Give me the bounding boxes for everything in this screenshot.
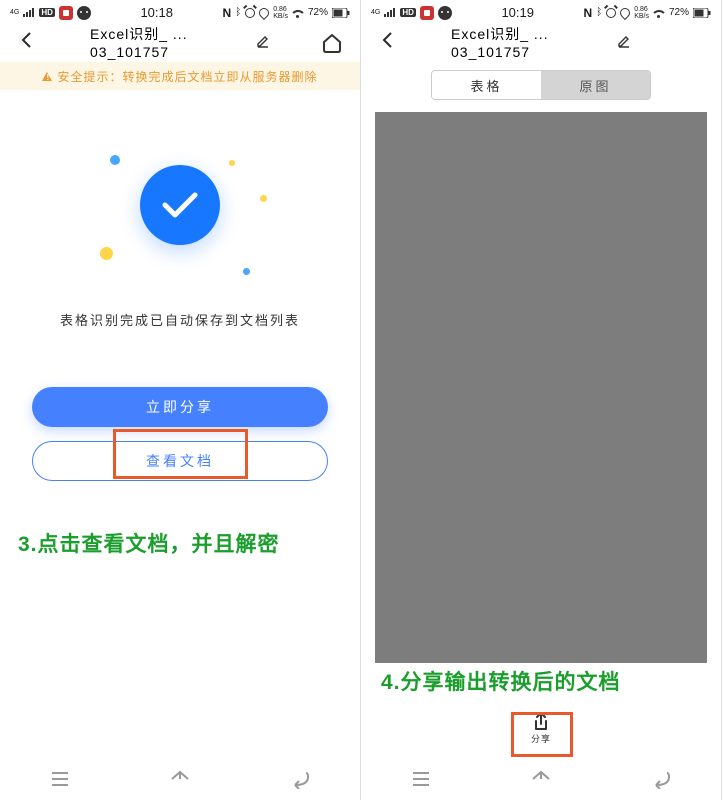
speed-btm: KB/s	[273, 13, 288, 20]
clock: 10:18	[140, 5, 173, 20]
battery-label: 72%	[308, 7, 328, 18]
security-banner: 安全提示：转换完成后文档立即从服务器删除	[0, 62, 360, 90]
success-message: 表格识别完成已自动保存到文档列表	[0, 310, 360, 329]
status-bar: 4G HD 10:19 N ᛒ 0.86 KB/s 72%	[361, 0, 721, 22]
banner-text: 安全提示：转换完成后文档立即从服务器删除	[57, 68, 317, 85]
back-button[interactable]	[15, 26, 37, 59]
wifi-icon	[292, 8, 304, 18]
nav-menu-button[interactable]	[390, 763, 452, 800]
back-button[interactable]	[376, 26, 398, 59]
home-button[interactable]	[319, 29, 345, 55]
hd-badge: HD	[39, 8, 55, 17]
battery-icon	[332, 8, 350, 18]
status-bar: 4G HD 10:18 N ᛒ 0.86 KB/s 72%	[0, 0, 360, 22]
face-notif-icon	[438, 6, 452, 20]
view-tabs: 表格 原图	[431, 70, 651, 100]
face-notif-icon	[77, 6, 91, 20]
bottom-toolbar: 分享	[361, 698, 721, 753]
nav-home-button[interactable]	[149, 763, 211, 800]
signal-icon	[384, 8, 396, 17]
network-label: 4G	[371, 9, 380, 16]
share-button[interactable]: 分享	[512, 706, 570, 746]
check-circle-icon	[140, 165, 220, 245]
speed-btm: KB/s	[634, 13, 649, 20]
nfc-icon: N	[223, 6, 232, 20]
app-notif-icon	[420, 6, 434, 20]
speed-top: 0.86	[273, 6, 288, 13]
clock: 10:19	[501, 5, 534, 20]
share-icon	[530, 710, 552, 732]
battery-icon	[693, 8, 711, 18]
edit-icon[interactable]	[256, 34, 270, 51]
hd-badge: HD	[400, 8, 416, 17]
alarm-icon	[245, 8, 255, 18]
annotation-step4: 4.分享输出转换后的文档	[381, 666, 621, 696]
wifi-icon	[653, 8, 665, 18]
document-preview[interactable]: 4.分享输出转换后的文档	[375, 112, 707, 698]
network-label: 4G	[10, 9, 19, 16]
system-nav-bar	[0, 762, 360, 800]
app-header: Excel识别_ ... 03_101757	[0, 22, 360, 62]
app-notif-icon	[59, 6, 73, 20]
battery-label: 72%	[669, 7, 689, 18]
nfc-icon: N	[584, 6, 593, 20]
speed-top: 0.86	[634, 6, 649, 13]
nav-back-button[interactable]	[630, 763, 692, 800]
share-now-button[interactable]: 立即分享	[32, 387, 328, 427]
view-doc-button[interactable]: 查看文档	[32, 441, 328, 481]
nav-menu-button[interactable]	[29, 763, 91, 800]
share-label: 分享	[531, 732, 551, 745]
bluetooth-icon: ᛒ	[235, 7, 241, 18]
page-title: Excel识别_ ... 03_101757	[451, 24, 612, 60]
tab-original[interactable]: 原图	[541, 71, 650, 99]
alarm-icon	[606, 8, 616, 18]
success-graphic	[90, 145, 270, 285]
edit-icon[interactable]	[617, 34, 631, 51]
annotation-step3: 3.点击查看文档，并且解密	[18, 528, 280, 558]
mute-icon	[259, 8, 269, 18]
bluetooth-icon: ᛒ	[596, 7, 602, 18]
mute-icon	[620, 8, 630, 18]
nav-back-button[interactable]	[269, 763, 331, 800]
system-nav-bar	[361, 762, 721, 800]
tab-table[interactable]: 表格	[432, 71, 541, 99]
page-title: Excel识别_ ... 03_101757	[90, 24, 251, 60]
warning-icon	[42, 72, 52, 81]
annotation-band: 4.分享输出转换后的文档	[375, 663, 707, 698]
nav-home-button[interactable]	[510, 763, 572, 800]
app-header: Excel识别_ ... 03_101757	[361, 22, 721, 62]
signal-icon	[23, 8, 35, 17]
